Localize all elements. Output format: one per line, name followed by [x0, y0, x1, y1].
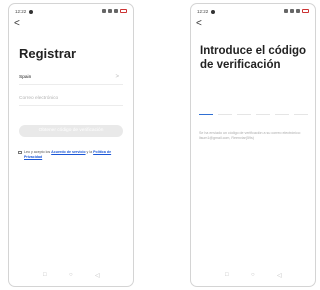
page-title: Registrar: [19, 46, 77, 61]
page-title: Introduce el código de verificación: [200, 45, 307, 71]
alarm-icon: [102, 9, 106, 13]
wifi-icon: [108, 9, 112, 13]
nav-bar: □ ○ ◁: [191, 272, 315, 280]
verification-screen: 12:22 < Introduce el código de verificac…: [190, 3, 316, 287]
battery-icon: [120, 9, 127, 13]
agreement-row: Leo y acepto los Acuerdo de servicio y l…: [18, 150, 121, 160]
send-code-button[interactable]: Obtener código de verificación: [19, 125, 123, 137]
system-icons: [102, 9, 127, 13]
country-value: Spain: [19, 75, 32, 80]
nav-bar: □ ○ ◁: [9, 272, 133, 280]
nav-back-icon[interactable]: ◁: [95, 272, 100, 279]
agreement-and: y la: [85, 150, 94, 154]
code-slot[interactable]: [237, 114, 251, 115]
back-button[interactable]: <: [196, 19, 202, 29]
status-time: 12:22: [15, 9, 27, 14]
code-input[interactable]: [199, 114, 315, 116]
service-agreement-link[interactable]: Acuerdo de servicio: [51, 150, 85, 154]
recent-apps-icon[interactable]: □: [225, 272, 229, 278]
code-slot[interactable]: [199, 114, 213, 115]
agreement-prefix: Leo y acepto los: [24, 150, 52, 154]
status-time: 12:22: [197, 9, 209, 14]
country-selector[interactable]: Spain >: [19, 74, 123, 85]
code-slot[interactable]: [275, 114, 289, 115]
verification-info: Se ha enviado un código de verificación …: [199, 131, 301, 140]
code-slot[interactable]: [256, 114, 270, 115]
agreement-checkbox[interactable]: [18, 150, 22, 154]
code-slot[interactable]: [294, 114, 308, 115]
code-slot[interactable]: [218, 114, 232, 115]
register-screen: 12:22 < Registrar Spain > Correo electró…: [8, 3, 134, 287]
signal-icon: [296, 9, 300, 13]
battery-icon: [302, 9, 309, 13]
recent-apps-icon[interactable]: □: [43, 272, 47, 278]
home-icon[interactable]: ○: [251, 272, 255, 278]
back-button[interactable]: <: [14, 19, 20, 29]
email-placeholder: Correo electrónico: [19, 96, 59, 101]
wifi-icon: [290, 9, 294, 13]
alarm-icon: [284, 9, 288, 13]
signal-icon: [114, 9, 118, 13]
home-icon[interactable]: ○: [69, 272, 73, 278]
notification-icon: [29, 9, 33, 14]
notification-icon: [211, 9, 215, 14]
status-bar: 12:22: [15, 9, 127, 16]
nav-back-icon[interactable]: ◁: [277, 272, 282, 279]
email-field[interactable]: Correo electrónico: [19, 96, 123, 106]
chevron-right-icon: >: [115, 74, 119, 80]
status-bar: 12:22: [197, 9, 309, 16]
system-icons: [284, 9, 309, 13]
